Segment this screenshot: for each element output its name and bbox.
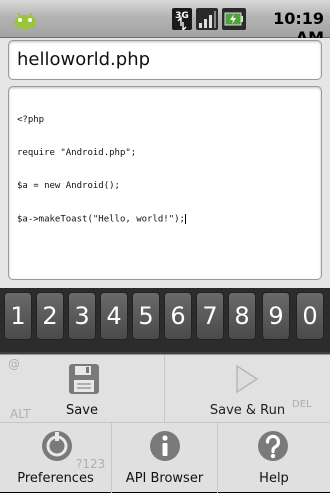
- key-0[interactable]: 0: [296, 292, 324, 340]
- save-and-run-menu-label: Save & Run: [209, 403, 286, 418]
- android-icon: [12, 8, 38, 34]
- filename-input[interactable]: helloworld.php: [8, 40, 322, 80]
- preferences-icon: [40, 429, 74, 467]
- code-line: $a->makeToast("Hello, world!");: [17, 214, 313, 225]
- save-menu-label: Save: [66, 403, 98, 418]
- preferences-menu-item[interactable]: Preferences: [0, 423, 112, 493]
- save-and-run-menu-item[interactable]: Save & Run: [165, 355, 330, 423]
- help-icon: [256, 429, 290, 467]
- code-line: require "Android.php";: [17, 148, 137, 158]
- code-editor[interactable]: <?php require "Android.php"; $a = new An…: [8, 86, 322, 280]
- preferences-menu-label: Preferences: [17, 471, 94, 486]
- key-2[interactable]: 2: [36, 292, 64, 340]
- play-icon: [231, 363, 261, 399]
- network-type-label: 3G: [175, 11, 189, 21]
- code-line: <?php: [17, 115, 45, 125]
- code-line-text: $a->makeToast("Hello, world!");: [17, 214, 185, 225]
- api-browser-menu-label: API Browser: [125, 471, 204, 486]
- key-5[interactable]: 5: [132, 292, 160, 340]
- key-6[interactable]: 6: [164, 292, 192, 340]
- key-3[interactable]: 3: [68, 292, 96, 340]
- 3g-data-icon: 3G: [172, 8, 192, 34]
- number-key-row: 1 2 3 4 5 6 7 8 9 0: [0, 288, 330, 352]
- code-line: $a = new Android();: [17, 181, 120, 191]
- key-7[interactable]: 7: [196, 292, 224, 340]
- editor-screen: helloworld.php <?php require "Android.ph…: [0, 38, 330, 288]
- signal-icon: [196, 8, 218, 34]
- api-browser-menu-item[interactable]: API Browser: [112, 423, 218, 493]
- help-menu-item[interactable]: Help: [218, 423, 330, 493]
- options-menu: @ ALT DEL ?123 Save Save & Run Preferenc…: [0, 354, 330, 493]
- help-menu-label: Help: [259, 471, 289, 486]
- info-icon: [148, 429, 182, 467]
- text-cursor: [184, 214, 186, 224]
- floppy-disk-icon: [68, 363, 100, 399]
- key-4[interactable]: 4: [100, 292, 128, 340]
- key-8[interactable]: 8: [228, 292, 256, 340]
- key-1[interactable]: 1: [4, 292, 32, 340]
- status-bar: 3G 10:19 AM: [0, 0, 330, 47]
- key-9[interactable]: 9: [262, 292, 290, 340]
- save-menu-item[interactable]: Save: [0, 355, 165, 423]
- battery-charging-icon: [222, 8, 246, 34]
